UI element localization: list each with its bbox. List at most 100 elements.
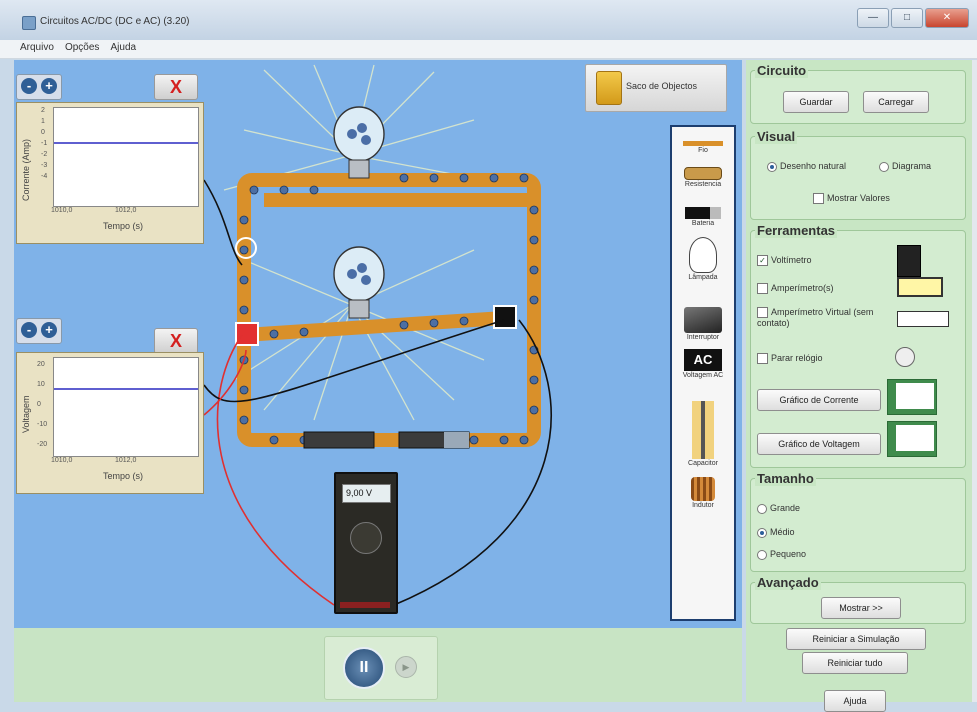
show-more-button[interactable]: Mostrar >> [821,597,901,619]
section-heading: Avançado [755,575,821,590]
voltmeter-reading: 9,00 V [342,484,391,503]
zoom-out-button[interactable]: - [21,322,37,338]
close-icon: ✕ [942,12,952,23]
current-chart-button[interactable]: Gráfico de Corrente [757,389,881,411]
section-heading: Ferramentas [755,223,838,238]
help-button[interactable]: Ajuda [824,690,886,712]
section-heading: Tamanho [755,471,816,486]
bulb-top[interactable] [332,104,386,187]
radio-large[interactable]: Grande [757,503,800,514]
tool-bulb[interactable]: Lâmpada [672,237,734,281]
panel-scrollbar[interactable] [972,60,977,702]
reset-simulation-button[interactable]: Reiniciar a Simulação [786,628,926,650]
voltmeter-probe-black [493,305,517,329]
close-window-button[interactable]: ✕ [925,8,969,28]
tool-wire[interactable]: Fio [672,141,734,154]
voltage-chart-button[interactable]: Gráfico de Voltagem [757,433,881,455]
circuit-wires [237,173,541,447]
current-graph-xlabel: Tempo (s) [103,221,144,231]
ammeter-thumbnail-icon [897,277,943,297]
section-circuito: Circuito Guardar Carregar [750,63,966,124]
zoom-out-button[interactable]: - [21,78,37,94]
checkbox-icon [813,193,824,205]
current-graph-ylabel: Corrente (Amp) [21,138,31,201]
radio-diagram[interactable]: Diagrama [879,161,931,172]
radio-natural[interactable]: Desenho natural [767,161,846,172]
component-toolbox: Fio Resistencia Bateria Lâmpada Interrup… [670,125,736,621]
tool-ac-source[interactable]: AC Voltagem AC [672,349,734,379]
tool-inductor[interactable]: Indutor [672,477,734,509]
load-button[interactable]: Carregar [863,91,929,113]
ac-source-icon: AC [684,349,722,371]
menu-bar: Arquivo Opções Ajuda [0,40,977,59]
window-controls: — □ ✕ [857,8,969,28]
stopwatch-icon [895,347,915,367]
voltage-graph-yticks: 20 10 0 -10 -20 [37,361,48,448]
radio-icon [879,161,889,172]
current-graph-xtick-2: 1012,0 [115,207,137,214]
resistor-icon [684,167,722,180]
radio-medium[interactable]: Médio [757,527,795,538]
menu-arquivo[interactable]: Arquivo [16,40,58,55]
voltage-graph-xtick-2: 1012,0 [115,457,137,464]
app-icon [22,16,36,30]
voltage-graph-plot [53,357,199,457]
section-heading: Circuito [755,63,809,78]
playback-controls: II ▶ [324,636,438,700]
checkbox-stop-clock[interactable]: Parar relógio [757,353,823,365]
voltmeter-dial [350,522,382,554]
menu-opcoes[interactable]: Opções [61,40,103,55]
checkbox-icon [757,283,768,295]
checkbox-voltmeter[interactable]: ✓ Voltímetro [757,255,812,267]
virtual-ammeter-icon [897,311,949,327]
voltage-graph-zoom: - + [16,318,62,344]
tool-capacitor[interactable]: Capacitor [672,401,734,467]
pause-button[interactable]: II [343,647,385,689]
minimize-icon: — [868,12,878,23]
section-tamanho: Tamanho Grande Médio Pequeno [750,471,966,572]
current-graph-close-button[interactable]: X [154,74,198,100]
checkbox-show-values[interactable]: Mostrar Valores [813,193,890,205]
wire-icon [683,141,723,146]
inductor-icon [691,477,715,501]
voltmeter-thumbnail-icon [897,245,921,277]
step-button[interactable]: ▶ [395,656,417,678]
voltage-trace [54,388,198,390]
maximize-icon: □ [903,12,911,23]
object-bag-button[interactable]: Saco de Objectos [585,64,727,112]
capacitor-icon [692,401,714,459]
section-heading: Visual [755,129,798,144]
voltmeter[interactable]: 9,00 V [334,472,398,614]
radio-small[interactable]: Pequeno [757,549,806,560]
radio-icon [757,503,767,514]
voltage-graph-xlabel: Tempo (s) [103,471,144,481]
checkbox-ammeters[interactable]: Amperímetro(s) [757,283,834,295]
reset-all-button[interactable]: Reiniciar tudo [802,652,908,674]
control-panel: Circuito Guardar Carregar Visual Desenho… [746,60,972,712]
voltmeter-probe-red [235,322,259,346]
switch-icon [684,307,722,333]
tool-battery[interactable]: Bateria [672,207,734,227]
voltmeter-label-strip [340,602,390,608]
voltage-graph: Voltagem 20 10 0 -10 -20 1010,0 1012,0 Tempo… [16,352,204,494]
voltage-graph-close-button[interactable]: X [154,328,198,354]
window-title: Circuitos AC/DC (DC e AC) (3.20) [40,16,190,27]
maximize-button[interactable]: □ [891,8,923,28]
current-trace [54,142,198,144]
menu-ajuda[interactable]: Ajuda [107,40,141,55]
section-ferramentas: Ferramentas ✓ Voltímetro Amperímetro(s) A… [750,223,966,468]
minimize-button[interactable]: — [857,8,889,28]
zoom-in-button[interactable]: + [41,322,57,338]
tool-switch[interactable]: Interruptor [672,307,734,341]
battery-icon [685,207,721,219]
tool-resistor[interactable]: Resistencia [672,167,734,188]
save-button[interactable]: Guardar [783,91,849,113]
radio-icon [757,549,767,560]
bulb-middle[interactable] [332,244,386,327]
circuit-canvas[interactable]: - + X Corrente (Amp) 2 1 0 -1 -2 -3 -4 1010,0 … [14,60,742,628]
voltage-chart-thumbnail [887,421,937,457]
checkbox-virtual-ammeter[interactable]: Amperímetro Virtual (sem contato) [757,307,877,329]
zoom-in-button[interactable]: + [41,78,57,94]
current-graph: Corrente (Amp) 2 1 0 -1 -2 -3 -4 1010,0 1012,0… [16,102,204,244]
voltage-graph-ylabel: Voltagem [21,395,31,433]
